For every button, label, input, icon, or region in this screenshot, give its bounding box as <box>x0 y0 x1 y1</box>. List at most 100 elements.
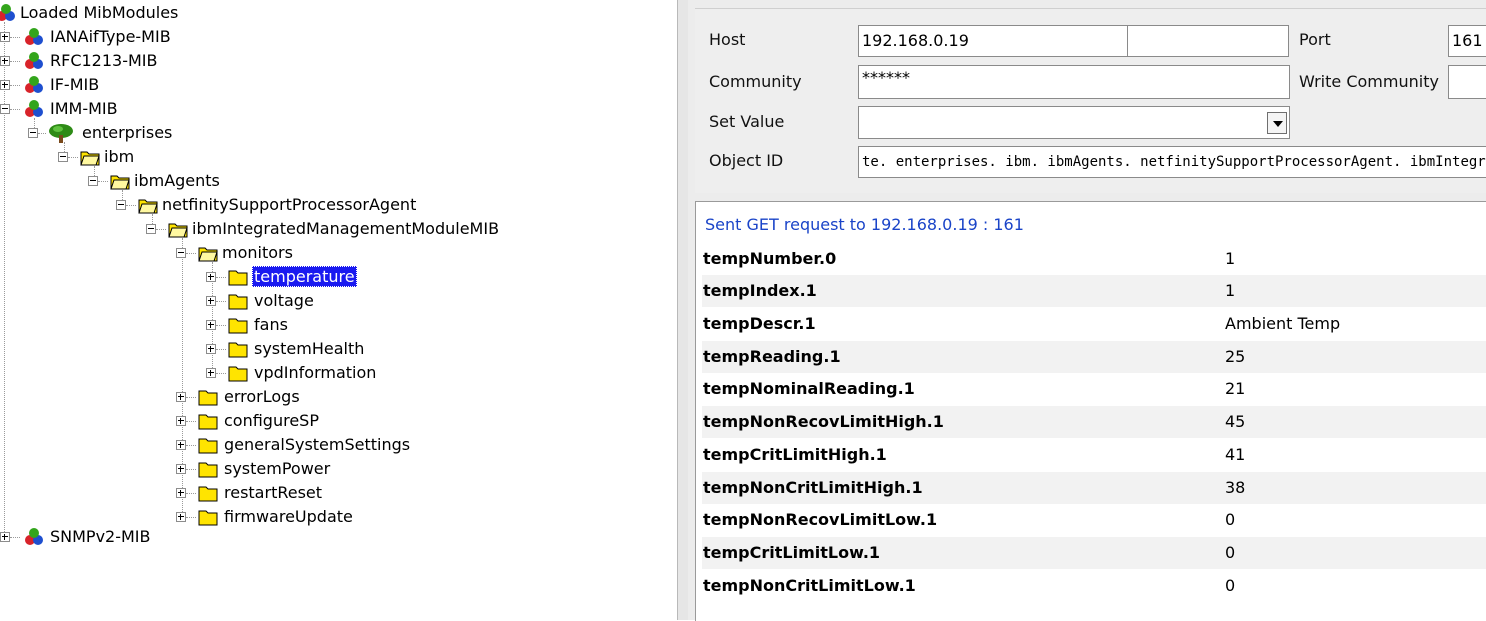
tree-node-systempower[interactable]: systemPower <box>176 458 376 480</box>
object-id-value: te. enterprises. ibm. ibmAgents. netfini… <box>862 154 1486 170</box>
tree-node-configuresp[interactable]: configureSP <box>176 410 376 432</box>
result-name: tempCritLimitHigh.1 <box>703 445 887 464</box>
tree-node-generalsystemsettings[interactable]: generalSystemSettings <box>176 434 436 456</box>
tree-node-vpdinformation[interactable]: vpdInformation <box>206 362 406 384</box>
tree-node-label: netfinitySupportProcessorAgent <box>162 195 417 214</box>
collapse-icon[interactable] <box>28 128 38 138</box>
expand-icon[interactable] <box>206 272 216 282</box>
tree-node-label: IANAifType-MIB <box>50 27 171 46</box>
result-value: Ambient Temp <box>1225 314 1341 333</box>
result-panel[interactable]: Sent GET request to 192.168.0.19 : 161 t… <box>695 201 1486 621</box>
expand-icon[interactable] <box>176 512 186 522</box>
host-value: 192.168.0.19 <box>862 31 969 50</box>
tree-node-voltage[interactable]: voltage <box>206 290 406 312</box>
result-row[interactable]: tempNonCritLimitHigh.1 38 <box>702 472 1486 504</box>
tree-icon <box>49 124 73 143</box>
mib-module-icon <box>25 28 43 45</box>
tree-node-errorlogs[interactable]: errorLogs <box>176 386 376 408</box>
tree-node-monitors[interactable]: monitors <box>176 242 376 264</box>
collapse-icon[interactable] <box>146 224 156 234</box>
result-row[interactable]: tempCritLimitHigh.1 41 <box>702 439 1486 471</box>
expand-icon[interactable] <box>176 488 186 498</box>
port-label: Port <box>1299 30 1331 49</box>
host-combobox-right[interactable] <box>1128 25 1289 57</box>
tree-node-module[interactable]: IMM-MIB <box>0 98 200 120</box>
tree-node-firmwareupdate[interactable]: firmwareUpdate <box>176 506 376 528</box>
tree-node-systemhealth[interactable]: systemHealth <box>206 338 406 360</box>
expand-icon[interactable] <box>176 440 186 450</box>
expand-icon[interactable] <box>0 80 10 90</box>
result-row[interactable]: tempNominalReading.1 21 <box>702 373 1486 405</box>
folder-icon <box>198 462 218 478</box>
expand-icon[interactable] <box>206 368 216 378</box>
collapse-icon[interactable] <box>116 200 126 210</box>
expand-icon[interactable] <box>0 32 10 42</box>
tree-node-ibmagents[interactable]: ibmAgents <box>88 170 288 192</box>
folder-icon <box>198 390 218 406</box>
expand-icon[interactable] <box>206 296 216 306</box>
result-name: tempNonRecovLimitHigh.1 <box>703 412 944 431</box>
port-value: 161 <box>1452 31 1483 50</box>
mib-module-icon <box>25 100 43 117</box>
expand-icon[interactable] <box>0 532 10 542</box>
result-value: 21 <box>1225 379 1246 398</box>
expand-icon[interactable] <box>176 392 186 402</box>
tree-node-module[interactable]: IF-MIB <box>0 74 200 96</box>
result-name: tempNonCritLimitHigh.1 <box>703 478 923 497</box>
collapse-icon[interactable] <box>58 152 68 162</box>
tree-node-label: systemPower <box>224 459 331 478</box>
tree-node-enterprises[interactable]: enterprises <box>28 122 228 144</box>
tree-node-ibm[interactable]: ibm <box>58 146 258 168</box>
host-combobox[interactable]: 192.168.0.19 <box>858 25 1128 57</box>
object-id-field[interactable]: te. enterprises. ibm. ibmAgents. netfini… <box>858 146 1486 178</box>
write-community-field[interactable] <box>1448 65 1486 99</box>
community-field[interactable]: ****** <box>858 65 1290 99</box>
status-message: Sent GET request to 192.168.0.19 : 161 <box>705 215 1024 234</box>
tree-node-label: firmwareUpdate <box>224 507 353 526</box>
tree-node-label: IF-MIB <box>50 75 100 94</box>
result-name: tempNonCritLimitLow.1 <box>703 576 916 595</box>
collapse-icon[interactable] <box>88 176 98 186</box>
port-field[interactable]: 161 <box>1448 25 1486 57</box>
tree-node-label: RFC1213-MIB <box>50 51 158 70</box>
result-value: 1 <box>1225 281 1236 300</box>
result-row[interactable]: tempIndex.1 1 <box>702 275 1486 307</box>
result-row[interactable]: tempCritLimitLow.1 0 <box>702 537 1486 569</box>
mib-tree[interactable]: Loaded MibModules IANAifType-MIB RFC1213… <box>0 0 677 620</box>
community-value: ****** <box>862 68 910 87</box>
tree-node-fans[interactable]: fans <box>206 314 406 336</box>
result-row[interactable]: tempNonRecovLimitHigh.1 45 <box>702 406 1486 438</box>
expand-icon[interactable] <box>176 464 186 474</box>
expand-icon[interactable] <box>0 56 10 66</box>
expand-icon[interactable] <box>206 320 216 330</box>
collapse-icon[interactable] <box>176 248 186 258</box>
result-row[interactable]: tempNonCritLimitLow.1 0 <box>702 570 1486 602</box>
tree-node-temperature[interactable]: temperature <box>206 266 406 288</box>
folder-open-icon <box>110 175 130 190</box>
set-value-combobox[interactable] <box>858 106 1290 139</box>
result-row[interactable]: tempDescr.1 Ambient Temp <box>702 308 1486 340</box>
set-value-dropdown-button[interactable] <box>1267 112 1287 134</box>
result-row[interactable]: tempNonRecovLimitLow.1 0 <box>702 504 1486 536</box>
tree-node-restartreset[interactable]: restartReset <box>176 482 376 504</box>
tree-node-netfinity[interactable]: netfinitySupportProcessorAgent <box>116 194 436 216</box>
result-row[interactable]: tempNumber.0 1 <box>702 243 1486 275</box>
tree-node-module[interactable]: SNMPv2-MIB <box>0 526 200 548</box>
tree-node-label: systemHealth <box>254 339 365 358</box>
tree-node-imm-mib[interactable]: ibmIntegratedManagementModuleMIB <box>146 218 526 240</box>
folder-open-icon <box>80 151 100 166</box>
folder-icon <box>198 486 218 502</box>
tree-node-module[interactable]: IANAifType-MIB <box>0 26 200 48</box>
expand-icon[interactable] <box>176 416 186 426</box>
result-value: 25 <box>1225 347 1246 366</box>
tree-node-label: errorLogs <box>224 387 300 406</box>
mib-module-icon <box>25 76 43 93</box>
result-value: 41 <box>1225 445 1246 464</box>
tree-node-label: ibmAgents <box>134 171 220 190</box>
tree-node-module[interactable]: RFC1213-MIB <box>0 50 200 72</box>
community-label: Community <box>709 72 802 91</box>
expand-icon[interactable] <box>206 344 216 354</box>
collapse-icon[interactable] <box>0 104 10 114</box>
result-row[interactable]: tempReading.1 25 <box>702 341 1486 373</box>
tree-node-label: restartReset <box>224 483 323 502</box>
